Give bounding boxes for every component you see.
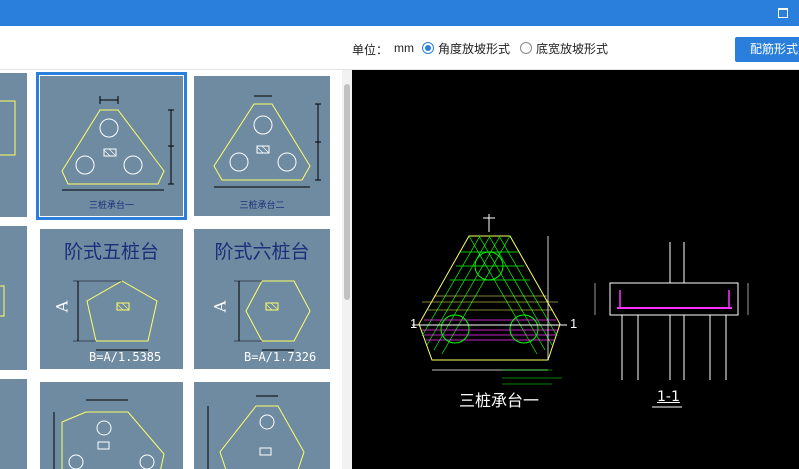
title-bar — [0, 0, 799, 26]
gallery-tile-partial[interactable] — [0, 226, 27, 370]
preview-plan-title: 三桩承台一 — [459, 391, 540, 410]
radio-angle-slope[interactable]: 角度放坡形式 — [422, 40, 510, 56]
gallery-tile-partial[interactable] — [0, 379, 27, 469]
gallery-tile-partial[interactable] — [0, 73, 27, 217]
radio-width-slope[interactable]: 底宽放坡形式 — [520, 40, 608, 56]
tile-formula-five-pile: B=A/1.5385 — [89, 350, 162, 364]
gallery-tile-four-pile-partial[interactable] — [40, 382, 183, 469]
radio-width-slope-label: 底宽放坡形式 — [536, 41, 609, 56]
toolbar: 单位： mm 角度放坡形式 底宽放坡形式 配筋形式 — [0, 26, 799, 70]
rebar-config-button[interactable]: 配筋形式 — [735, 37, 799, 62]
five-pile-drawing — [73, 280, 158, 351]
tile-caption-three-pile-cap-2: 三桩承台二 — [239, 200, 285, 210]
partial-tile-drawing — [207, 395, 305, 469]
maximize-icon[interactable] — [777, 7, 789, 18]
radio-selected-icon — [422, 42, 434, 54]
tile-formula-six-pile: B=A/1.7326 — [244, 350, 317, 364]
tile-caption-three-pile-cap-1: 三桩承台一 — [88, 200, 134, 210]
gallery-tile-stepped-six-pile[interactable]: 阶式六桩台 A B=A/1.7326 — [194, 229, 330, 369]
gallery-scrollbar-thumb[interactable] — [344, 84, 350, 300]
partial-tile-drawing — [53, 399, 165, 469]
tile-drawing — [0, 285, 5, 317]
preview-drawing — [412, 214, 749, 408]
gallery-tile-three-pile-cap-2[interactable]: 三桩承台二 — [194, 76, 330, 216]
tile-dim-label-a: A — [52, 300, 72, 313]
unit-value: mm — [394, 41, 414, 55]
section-mark-right: 1 — [570, 316, 578, 331]
rebar-preview-canvas: 1 1 三桩承台一 1-1 — [352, 70, 799, 469]
three-pile-cap-1-drawing — [61, 96, 174, 191]
radio-unselected-icon — [520, 42, 532, 54]
gallery-tile-partial[interactable] — [194, 382, 330, 469]
unit-label: 单位： — [352, 43, 389, 57]
gallery-tile-three-pile-cap-1[interactable]: 三桩承台一 — [36, 72, 187, 220]
preview-section-title: 1-1 — [657, 389, 680, 405]
tile-dim-label-a: A — [210, 300, 230, 313]
tile-drawing — [0, 100, 16, 156]
three-pile-cap-2-drawing — [213, 95, 321, 188]
pile-cap-gallery: 三桩承台一 三桩承台二 阶式五桩台 A B=A/1.5385 阶式六桩台 A B… — [0, 70, 352, 469]
radio-angle-slope-label: 角度放坡形式 — [438, 41, 511, 56]
six-pile-drawing — [234, 280, 311, 351]
section-mark-left: 1 — [410, 316, 418, 331]
gallery-tile-stepped-five-pile[interactable]: 阶式五桩台 A B=A/1.5385 — [40, 229, 183, 369]
